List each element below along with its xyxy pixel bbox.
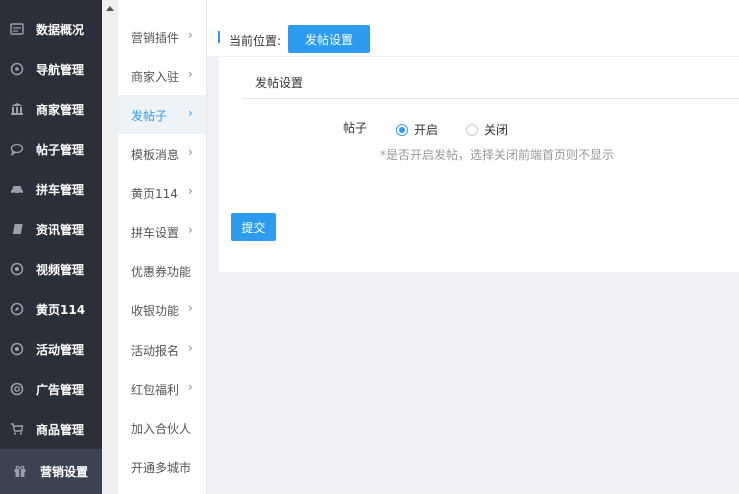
nav-item-ads[interactable]: 广告管理 (0, 369, 102, 409)
submenu-item-coupons[interactable]: 优惠券功能 (118, 251, 206, 290)
nav-item-label: 资讯管理 (36, 223, 85, 237)
gift-icon (14, 465, 26, 477)
settings-panel: 发帖设置 帖子 开启 关闭 *是否开启发帖，选择关闭前端首页则不显示 提交 (219, 57, 739, 272)
nav-item-videos[interactable]: 视频管理 (0, 249, 102, 289)
app: 数据概况 导航管理 商家管理 帖子管理 拼车管理 资讯管理 视频管理 黄页114… (0, 0, 739, 494)
chevron-right-icon: › (188, 28, 193, 42)
play-circle-icon (10, 262, 24, 276)
chevron-right-icon: › (188, 184, 193, 198)
submenu-item-label: 黄页114 (131, 187, 178, 201)
field-hint: *是否开启发帖，选择关闭前端首页则不显示 (380, 148, 615, 162)
nav-item-label: 视频管理 (36, 263, 85, 277)
breadcrumb-current-button[interactable]: 发帖设置 (288, 25, 370, 53)
submenu-item-merchant-join[interactable]: 商家入驻 › (118, 56, 206, 95)
panel-title: 发帖设置 (255, 76, 304, 90)
main-nav: 数据概况 导航管理 商家管理 帖子管理 拼车管理 资讯管理 视频管理 黄页114… (0, 0, 102, 494)
nav-item-label: 活动管理 (36, 343, 85, 357)
chat-bubble-icon (10, 143, 24, 156)
submenu-item-event-signup[interactable]: 活动报名 › (118, 330, 206, 369)
car-icon (11, 186, 23, 195)
chevron-right-icon: › (188, 106, 193, 120)
nav-item-data-overview[interactable]: 数据概况 (0, 9, 102, 49)
submenu-item-template-messages[interactable]: 模板消息 › (118, 134, 206, 173)
submenu-item-carpool-settings[interactable]: 拼车设置 › (118, 212, 206, 251)
nav-item-marketing[interactable]: 营销设置 (0, 449, 102, 494)
nav-item-events[interactable]: 活动管理 (0, 329, 102, 369)
nav-item-label: 营销设置 (40, 465, 89, 479)
chevron-right-icon: › (188, 341, 193, 355)
submenu-item-label: 优惠券功能 (131, 265, 192, 279)
book-icon (12, 224, 23, 234)
chevron-right-icon: › (188, 223, 193, 237)
submenu-item-label: 营销插件 (131, 31, 180, 45)
nav-item-label: 广告管理 (36, 383, 85, 397)
submenu-item-label: 加入合伙人 (131, 422, 192, 436)
divider (206, 0, 207, 494)
compass-icon (10, 62, 24, 76)
submenu-item-yellow-pages[interactable]: 黄页114 › (118, 173, 206, 212)
nav-item-label: 黄页114 (36, 303, 86, 317)
nav-item-yellow-pages[interactable]: 黄页114 (0, 289, 102, 329)
breadcrumb-marker (218, 31, 220, 43)
nav-item-label: 帖子管理 (36, 143, 85, 157)
submenu-item-marketing-plugins[interactable]: 营销插件 › (118, 17, 206, 56)
breadcrumb-label: 当前位置: (229, 34, 282, 48)
chevron-right-icon: › (188, 67, 193, 81)
panel-divider (242, 98, 739, 99)
nav-item-carpool[interactable]: 拼车管理 (0, 169, 102, 209)
radio-checked-icon (396, 123, 408, 136)
circle-icon (10, 342, 24, 356)
nav-item-label: 商品管理 (36, 423, 85, 437)
submenu-item-label: 开通多城市 (131, 461, 192, 475)
nav-item-products[interactable]: 商品管理 (0, 409, 102, 449)
compass-icon (10, 302, 24, 316)
submenu-item-red-packet[interactable]: 红包福利 › (118, 369, 206, 408)
nav-item-navigation[interactable]: 导航管理 (0, 49, 102, 89)
radio-label: 开启 (414, 123, 439, 137)
nav-item-label: 商家管理 (36, 103, 85, 117)
submenu: 营销插件 › 商家入驻 › 发帖子 › 模板消息 › 黄页114 › 拼车设置 … (118, 0, 206, 494)
chevron-right-icon: › (188, 301, 193, 315)
breadcrumb: 当前位置: 发帖设置 (207, 0, 739, 56)
nav-item-label: 拼车管理 (36, 183, 85, 197)
radio-unchecked-icon (466, 123, 478, 136)
nav-item-posts[interactable]: 帖子管理 (0, 129, 102, 169)
submenu-item-label: 模板消息 (131, 148, 180, 162)
submenu-item-label: 拼车设置 (131, 226, 180, 240)
submenu-item-label: 收银功能 (131, 304, 180, 318)
submenu-item-label: 活动报名 (131, 344, 180, 358)
submenu-item-post[interactable]: 发帖子 › (118, 95, 206, 134)
lifebuoy-icon (10, 382, 24, 396)
submenu-item-partner[interactable]: 加入合伙人 (118, 408, 206, 447)
radio-disable[interactable]: 关闭 (466, 121, 508, 138)
scroll-up-arrow-icon[interactable] (106, 6, 114, 11)
nav-item-label: 导航管理 (36, 63, 85, 77)
submenu-item-label: 发帖子 (131, 109, 168, 123)
radio-label: 关闭 (484, 123, 509, 137)
submenu-scrollbar[interactable] (102, 0, 118, 494)
bank-icon (11, 103, 23, 115)
nav-item-news[interactable]: 资讯管理 (0, 209, 102, 249)
cart-icon (11, 423, 24, 435)
chevron-right-icon: › (188, 380, 193, 394)
dashboard-icon (10, 23, 24, 35)
field-label-post: 帖子 (343, 121, 368, 135)
submenu-item-cashier[interactable]: 收银功能 › (118, 290, 206, 329)
submenu-item-multi-city[interactable]: 开通多城市 (118, 447, 206, 486)
chevron-right-icon: › (188, 145, 193, 159)
radio-enable[interactable]: 开启 (396, 121, 438, 138)
submenu-item-label: 商家入驻 (131, 70, 180, 84)
nav-item-merchants[interactable]: 商家管理 (0, 89, 102, 129)
submit-button[interactable]: 提交 (231, 213, 276, 241)
submenu-item-label: 红包福利 (131, 383, 180, 397)
nav-item-label: 数据概况 (36, 23, 85, 37)
